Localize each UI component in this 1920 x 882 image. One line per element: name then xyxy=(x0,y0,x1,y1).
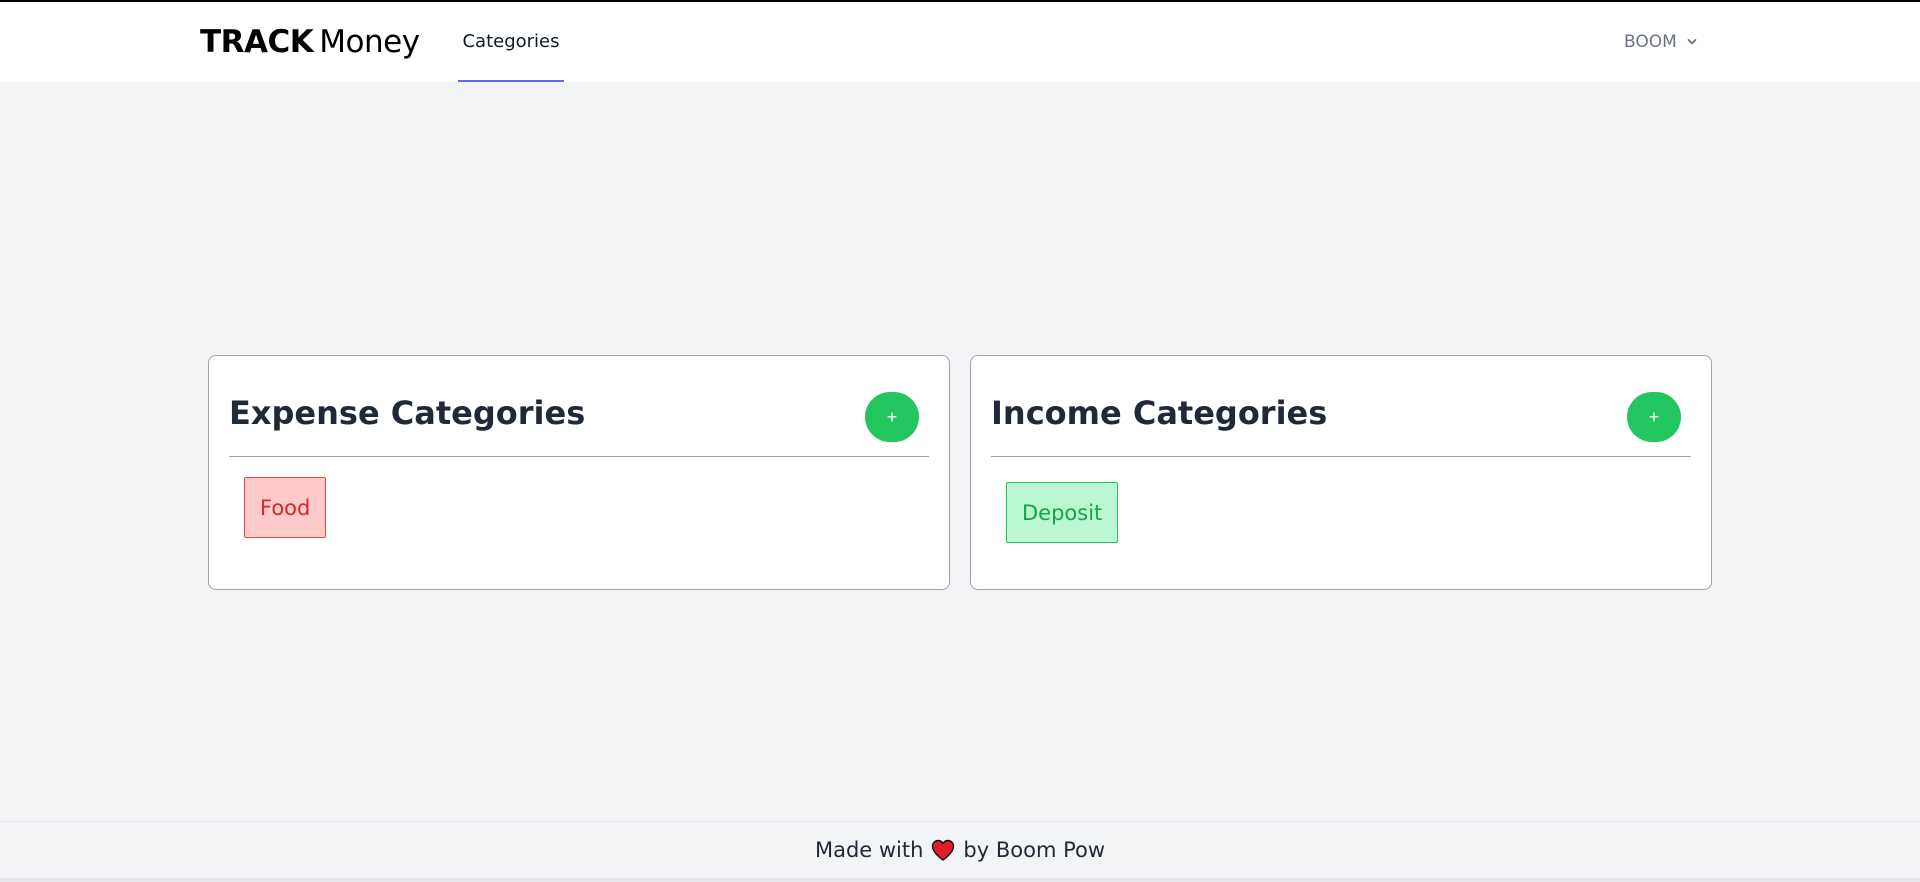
add-income-category-button[interactable]: + xyxy=(1627,392,1681,442)
app-logo[interactable]: TRACK Money xyxy=(200,24,420,60)
add-expense-category-button[interactable]: + xyxy=(865,392,919,442)
heart-icon xyxy=(932,839,955,861)
income-categories-title: Income Categories xyxy=(991,394,1328,432)
bottom-scrollbar-track xyxy=(0,878,1920,882)
top-navbar: TRACK Money Categories BOOM xyxy=(0,2,1920,82)
expense-divider xyxy=(229,456,929,457)
user-name: BOOM xyxy=(1624,32,1677,52)
expense-category-tag[interactable]: Food xyxy=(244,477,327,538)
footer-suffix: by Boom Pow xyxy=(963,838,1106,862)
nav-link-categories[interactable]: Categories xyxy=(458,2,564,82)
income-divider xyxy=(991,456,1691,457)
chevron-down-icon xyxy=(1687,39,1697,45)
logo-bold-text: TRACK xyxy=(200,24,314,60)
expense-categories-card: Expense Categories + Food xyxy=(208,355,950,590)
expense-categories-title: Expense Categories xyxy=(229,394,586,432)
logo-light-text: Money xyxy=(319,24,420,60)
footer-prefix: Made with xyxy=(814,838,924,862)
income-categories-card: Income Categories + Deposit xyxy=(970,355,1712,590)
user-menu-dropdown[interactable]: BOOM xyxy=(1624,2,1699,82)
income-category-tag[interactable]: Deposit xyxy=(1006,482,1119,543)
page-footer: Made with by Boom Pow xyxy=(0,821,1920,878)
